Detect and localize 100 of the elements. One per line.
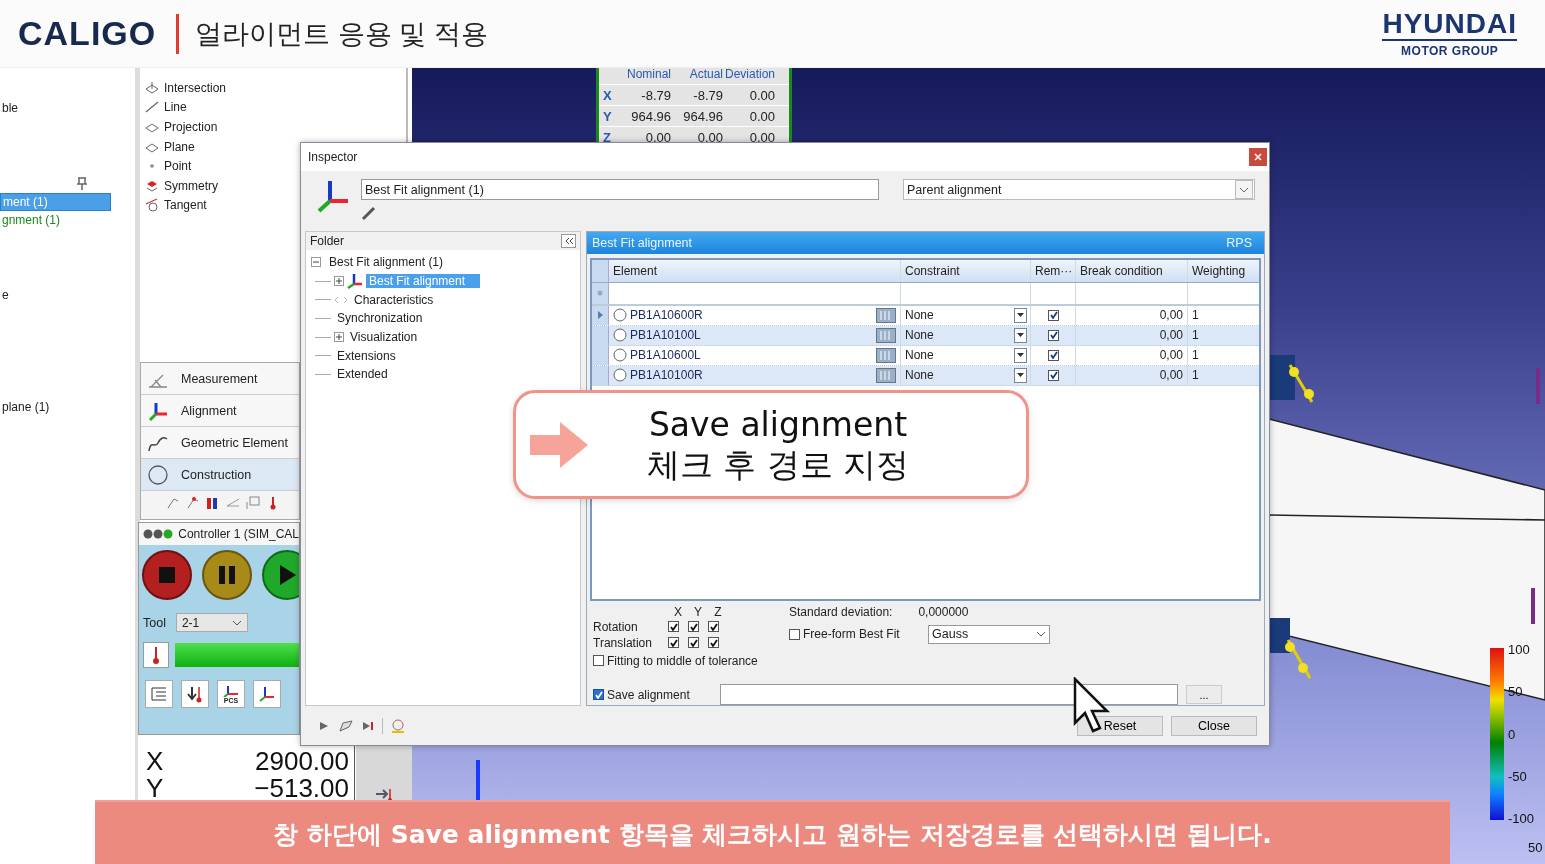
caret-icon xyxy=(1036,631,1046,638)
clamp-drawing[interactable] xyxy=(1270,355,1314,403)
checkbox[interactable] xyxy=(1047,329,1059,341)
axes-icon xyxy=(347,273,363,290)
collapse-toggle-icon[interactable] xyxy=(311,257,321,268)
table-cell: 0,00 xyxy=(1076,365,1188,385)
column-header[interactable]: Constraint xyxy=(901,259,1031,282)
target-icon[interactable] xyxy=(390,717,406,734)
column-header[interactable]: Rem··· xyxy=(1031,259,1076,282)
marker-icon[interactable] xyxy=(1531,588,1535,624)
picker-icon[interactable] xyxy=(876,347,896,363)
caret-icon xyxy=(1239,186,1249,193)
name-field[interactable]: Best Fit alignment (1) xyxy=(361,179,879,200)
checkbox[interactable] xyxy=(1047,349,1059,361)
tree-item[interactable]: Best Fit alignment (1) xyxy=(326,255,447,270)
move-down-button[interactable] xyxy=(181,680,209,708)
option-label: Rotation xyxy=(593,619,639,634)
tool-dropdown[interactable]: 2-1 xyxy=(175,613,248,632)
constraint-dropdown[interactable]: None xyxy=(901,345,1031,365)
comment-icon[interactable] xyxy=(338,718,354,733)
checkbox[interactable] xyxy=(593,655,604,667)
probe-icon[interactable] xyxy=(185,495,201,511)
axes-icon xyxy=(258,685,276,703)
radio-icon xyxy=(613,368,627,383)
arrow-icon xyxy=(528,419,590,470)
axis-line xyxy=(476,760,480,800)
tree-item[interactable]: Extended xyxy=(334,367,391,382)
list-item[interactable]: Line xyxy=(145,97,406,118)
marker-icon[interactable] xyxy=(1536,368,1540,404)
expand-toggle-icon[interactable] xyxy=(334,332,344,343)
tool-group-button[interactable]: Construction xyxy=(141,459,299,491)
controller-title: Controller 1 (SIM_CAL xyxy=(178,527,299,541)
radio-icon xyxy=(613,308,627,323)
checkbox[interactable] xyxy=(593,689,604,700)
checkbox[interactable] xyxy=(668,637,679,649)
group-icon xyxy=(147,463,169,486)
tree-item[interactable]: ble xyxy=(0,100,20,116)
column-header[interactable]: Weighting xyxy=(1188,259,1259,282)
checkbox-label: Fitting to middle of tolerance xyxy=(607,653,758,668)
panel-title: Folder xyxy=(310,234,344,248)
constraint-dropdown[interactable]: None xyxy=(901,365,1031,385)
checkbox[interactable] xyxy=(789,628,800,640)
picker-icon[interactable] xyxy=(876,327,896,343)
checkbox[interactable] xyxy=(1047,309,1059,321)
expand-toggle-icon[interactable] xyxy=(334,276,344,287)
element-icon xyxy=(145,80,159,95)
parent-dropdown[interactable]: Parent alignment xyxy=(903,179,1255,200)
tree-item[interactable]: Characteristics xyxy=(351,292,437,307)
list-item[interactable]: Projection xyxy=(145,117,406,137)
list-item[interactable]: Intersection xyxy=(145,78,406,98)
axis-label: Z xyxy=(713,604,723,619)
column-header[interactable]: Element xyxy=(609,259,901,282)
list-icon xyxy=(150,685,168,703)
method-dropdown[interactable]: Gauss xyxy=(928,624,1050,644)
constraint-dropdown[interactable]: None xyxy=(901,305,1031,325)
axes-icon xyxy=(315,179,351,213)
tree-item[interactable]: Synchronization xyxy=(334,311,426,326)
checkbox[interactable] xyxy=(688,637,699,649)
list-button[interactable] xyxy=(145,680,173,708)
pencil-icon[interactable] xyxy=(361,205,377,221)
tree-item[interactable]: e xyxy=(0,287,11,303)
constraint-dropdown[interactable]: None xyxy=(901,325,1031,345)
tool-label: Tool xyxy=(143,615,166,630)
dialog-button[interactable]: Close xyxy=(1171,715,1257,736)
tree-item[interactable]: Visualization xyxy=(347,330,421,345)
clamp-drawing[interactable] xyxy=(1270,618,1312,679)
caret-icon xyxy=(1017,373,1024,378)
pin-icon[interactable] xyxy=(76,177,88,191)
arrow-icon[interactable] xyxy=(374,787,394,803)
scale-label: -50 xyxy=(1508,768,1528,784)
dialog-title: Inspector xyxy=(308,150,358,164)
table-cell-text: 1 xyxy=(1191,327,1200,345)
checkbox[interactable] xyxy=(688,621,699,633)
tree-item[interactable]: gnment (1) xyxy=(0,212,63,228)
browse-button[interactable]: ... xyxy=(1186,685,1222,704)
tree-item[interactable]: Extensions xyxy=(334,348,399,363)
axis-label: Y xyxy=(602,108,613,124)
stop-button[interactable] xyxy=(141,549,193,601)
double-chevron-icon xyxy=(563,237,574,245)
brand-logo: HYUNDAI xyxy=(1382,9,1517,41)
pause-button[interactable] xyxy=(201,549,253,601)
table-cell: 0,00 xyxy=(1076,305,1188,325)
axis-label: X xyxy=(602,87,613,103)
column-header[interactable]: Break condition xyxy=(1076,259,1188,282)
checkbox[interactable] xyxy=(708,621,719,633)
checkbox[interactable] xyxy=(1047,369,1059,381)
table-cell-text: 0.00 xyxy=(696,129,723,145)
arrow-down-icon xyxy=(186,685,204,703)
picker-icon[interactable] xyxy=(876,307,896,323)
picker-icon[interactable] xyxy=(876,367,896,383)
checkbox[interactable] xyxy=(708,637,719,649)
path-field[interactable] xyxy=(720,684,1178,705)
close-button[interactable] xyxy=(1249,148,1267,166)
axis-label: Z xyxy=(602,129,612,145)
collapse-button[interactable] xyxy=(561,234,576,248)
tree-item[interactable]: plane (1) xyxy=(0,399,52,415)
thermometer-button[interactable] xyxy=(143,642,169,668)
play-button[interactable] xyxy=(261,549,299,601)
checkbox[interactable] xyxy=(668,621,679,633)
axes-button[interactable] xyxy=(253,680,281,708)
